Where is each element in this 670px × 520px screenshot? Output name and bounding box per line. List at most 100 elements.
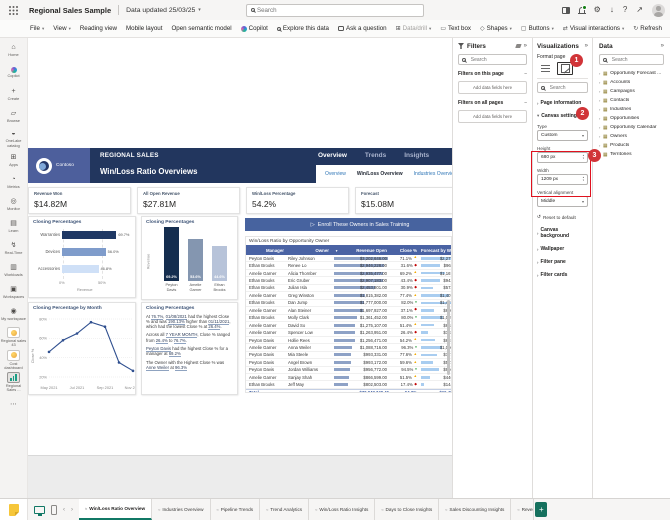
- table-row[interactable]: Peyton DavisMia Steele$993,331.0077.6%▲$…: [246, 352, 451, 360]
- bar-row-accessories[interactable]: Accessories 46.8%: [33, 264, 112, 273]
- collapse-pane-icon[interactable]: »: [585, 43, 588, 49]
- line-series[interactable]: [48, 321, 134, 371]
- bottom-left-app-tab[interactable]: [0, 499, 28, 520]
- data-point[interactable]: [75, 331, 79, 335]
- collapse-pane-icon[interactable]: »: [661, 43, 664, 49]
- data-bar[interactable]: [62, 264, 99, 273]
- kpi-card-all-open-revenue[interactable]: All Open Revenue $27.81M: [137, 187, 240, 214]
- data-point[interactable]: [61, 338, 65, 342]
- table-row[interactable]: Amelie Garner Anna Weiler $1,088,716.00 96.…: [246, 344, 451, 352]
- collapse-pane-icon[interactable]: »: [524, 43, 527, 49]
- kpi-card-revenue-won[interactable]: Revenue Won $14.82M: [28, 187, 131, 214]
- data-table-opportunity-calendar[interactable]: › ▦ Opportunity Calendar: [599, 123, 664, 132]
- menu-item-reading-view[interactable]: Reading view: [80, 25, 117, 32]
- data-point[interactable]: [47, 350, 51, 353]
- sidebar-item-learn[interactable]: ▤ Learn: [0, 216, 28, 238]
- data-bar[interactable]: [62, 230, 117, 239]
- help-icon[interactable]: ?: [623, 6, 627, 14]
- menu-item-data-drill[interactable]: ⊞ Data/drill ▾: [396, 25, 432, 32]
- global-search[interactable]: [246, 3, 424, 17]
- section-filter-cards[interactable]: › Filter cards: [537, 272, 588, 278]
- table-row[interactable]: Peyton Davis Jordan Williams $956,772.00 94…: [246, 367, 451, 374]
- section-wallpaper[interactable]: › Wallpaper: [537, 246, 588, 252]
- format-search[interactable]: [537, 82, 588, 93]
- data-table-opportunities[interactable]: › ▦ Opportunities: [599, 114, 664, 123]
- sidebar-item-home[interactable]: ⌂ Home: [0, 40, 28, 62]
- column-header-revenue-open[interactable]: ▼ Revenue Open: [333, 248, 389, 253]
- sidebar-item-my-workspace[interactable]: ◉ My workspace: [0, 304, 28, 326]
- table-row[interactable]: Amelie Garner David So $1,275,107.00 51.4% ▲…: [246, 322, 451, 330]
- stepper-icon[interactable]: ▴ ▾: [583, 176, 584, 182]
- section-canvas-background[interactable]: › Canvas background: [537, 227, 588, 239]
- table-row[interactable]: Amelie Garner Spencer Low $1,263,951.00 26.…: [246, 329, 451, 337]
- sidebar-item-onelake-catalog[interactable]: ◒ OneLake catalog: [0, 128, 28, 150]
- next-page-icon[interactable]: ›: [71, 507, 73, 513]
- filters-search-input[interactable]: [468, 55, 523, 64]
- table-row[interactable]: Ethan Brooks Dan Jump $1,777,000.00 82.0% ● $…: [246, 300, 451, 308]
- closing-percentages-column-chart[interactable]: Closing Percentages Revenue 69.2% Peyton D…: [141, 216, 238, 300]
- banner-subnav-win-loss-overview[interactable]: Win/Loss Overview: [357, 171, 403, 177]
- kpi-card-forecast[interactable]: Forecast $15.08M: [355, 187, 452, 214]
- filters-on-all-pages-section[interactable]: Filters on all pages –: [458, 100, 527, 106]
- table-row[interactable]: Ethan Brooks Eric Gruber $2,907,183.00 43.4…: [246, 277, 451, 285]
- format-search-input[interactable]: [547, 83, 584, 92]
- page-tab-days-to-close-insights[interactable]: ≈ Days to Close Insights: [375, 499, 440, 520]
- menu-item-open-semantic-model[interactable]: Open semantic model: [171, 25, 231, 32]
- filters-on-page-section[interactable]: Filters on this page –: [458, 71, 527, 77]
- page-tab-sales-discounting-insights[interactable]: ≈ Sales Discounting Insights: [439, 499, 512, 520]
- sidebar-item-regional-sales-43[interactable]: Regional sales 43: [0, 326, 28, 349]
- table-row[interactable]: Ethan Brooks Renee Lo $2,946,228.00 31.6% ◆ $…: [246, 262, 451, 270]
- closing-percentage-by-month-line-chart[interactable]: Closing Percentage by Month 20% 40% 60% 80%…: [28, 302, 136, 395]
- line-chart-svg[interactable]: 20% 40% 60% 80% May 2021 Jul 2021 Sep 2021 Nov …: [29, 311, 136, 395]
- download-icon[interactable]: ↓: [610, 6, 614, 14]
- build-visual-tab[interactable]: [537, 62, 553, 75]
- share-icon[interactable]: ↗: [636, 6, 643, 14]
- data-updated-label[interactable]: Data updated 25/03/25: [126, 7, 195, 14]
- data-bar[interactable]: [62, 247, 106, 256]
- sidebar-item-metrics[interactable]: ◔ Metrics: [0, 172, 28, 194]
- table-row[interactable]: Amelie Garner Greg Winston $1,815,382.00 77…: [246, 292, 451, 300]
- data-point[interactable]: [131, 369, 135, 372]
- data-table-industries[interactable]: › ▦ Industries: [599, 105, 664, 114]
- smart-narrative-visual[interactable]: Closing Percentages At 76.7%, 01/08/2021…: [141, 302, 238, 395]
- menu-item-ask-a-question[interactable]: Ask a question: [338, 25, 387, 32]
- filters-search[interactable]: [458, 54, 527, 65]
- stepper-icon[interactable]: ▴ ▾: [583, 154, 584, 160]
- sidebar-item-workspaces[interactable]: ▣ Workspaces: [0, 282, 28, 304]
- menu-item-explore-this-data[interactable]: Explore this data: [276, 25, 329, 32]
- banner-nav-trends[interactable]: Trends: [365, 152, 386, 159]
- data-point[interactable]: [103, 324, 107, 328]
- sidebar-item-regional-sales[interactable]: Regional Sales ...: [0, 371, 28, 394]
- bar-row-warranties[interactable]: Warranties 69.7%: [33, 230, 129, 239]
- add-data-fields-dropzone[interactable]: Add data fields here: [458, 81, 527, 94]
- kpi-card-win-loss-percentage[interactable]: Win/Loss Percentage 54.2%: [246, 187, 349, 214]
- data-point[interactable]: [117, 360, 121, 364]
- banner-nav-overview[interactable]: Overview: [318, 152, 347, 159]
- menu-item-shapes[interactable]: ◇ Shapes ▾: [480, 25, 512, 32]
- menu-item-copilot[interactable]: Copilot: [240, 25, 268, 32]
- page-tab-win-loss-ratio-overview[interactable]: ≈ Win/Loss Ratio Overview: [79, 499, 153, 520]
- menu-item-visual-interactions[interactable]: ⇄ Visual interactions ▾: [563, 25, 624, 32]
- sidebar-item-copilot[interactable]: Copilot: [0, 62, 28, 84]
- canvas-height-input[interactable]: 680 px ▴ ▾: [537, 152, 588, 163]
- sidebar-item-more[interactable]: ⋯: [0, 394, 28, 416]
- reset-to-default[interactable]: ↺ Reset to default: [537, 214, 588, 220]
- data-table-contacts[interactable]: › ▦ Contacts: [599, 96, 664, 105]
- column-header-manager[interactable]: Manager: [246, 248, 288, 253]
- closing-percentages-bar-chart[interactable]: Closing Percentages 0% 50% Warranties 69.7%…: [28, 216, 136, 298]
- notifications-icon[interactable]: [578, 5, 587, 14]
- vertical-alignment-select[interactable]: Middle ▾: [537, 196, 588, 207]
- canvas-width-input[interactable]: 1209 px ▴ ▾: [537, 174, 588, 185]
- sidebar-item-monitor[interactable]: ◎ Monitor: [0, 194, 28, 216]
- app-launcher-icon[interactable]: [5, 2, 21, 18]
- page-tab-trend-analytics[interactable]: ≈ Trend Analytics: [260, 499, 310, 520]
- data-point[interactable]: [89, 320, 93, 323]
- banner-nav-insights[interactable]: Insights: [404, 152, 429, 159]
- menu-item-buttons[interactable]: ▢ Buttons ▾: [521, 25, 554, 32]
- table-row[interactable]: Ethan Brooks Julian Isla $2,453,801.00 30.9…: [246, 285, 451, 293]
- data-table-owners[interactable]: › ▦ Owners: [599, 132, 664, 141]
- section-filter-pane[interactable]: › Filter pane: [537, 259, 588, 265]
- bar-row-devices[interactable]: Devices 56.0%: [33, 247, 119, 256]
- page-tab-industries-overview[interactable]: ≈ Industries Overview: [152, 499, 211, 520]
- sidebar-item-workloads[interactable]: ▥ Workloads: [0, 260, 28, 282]
